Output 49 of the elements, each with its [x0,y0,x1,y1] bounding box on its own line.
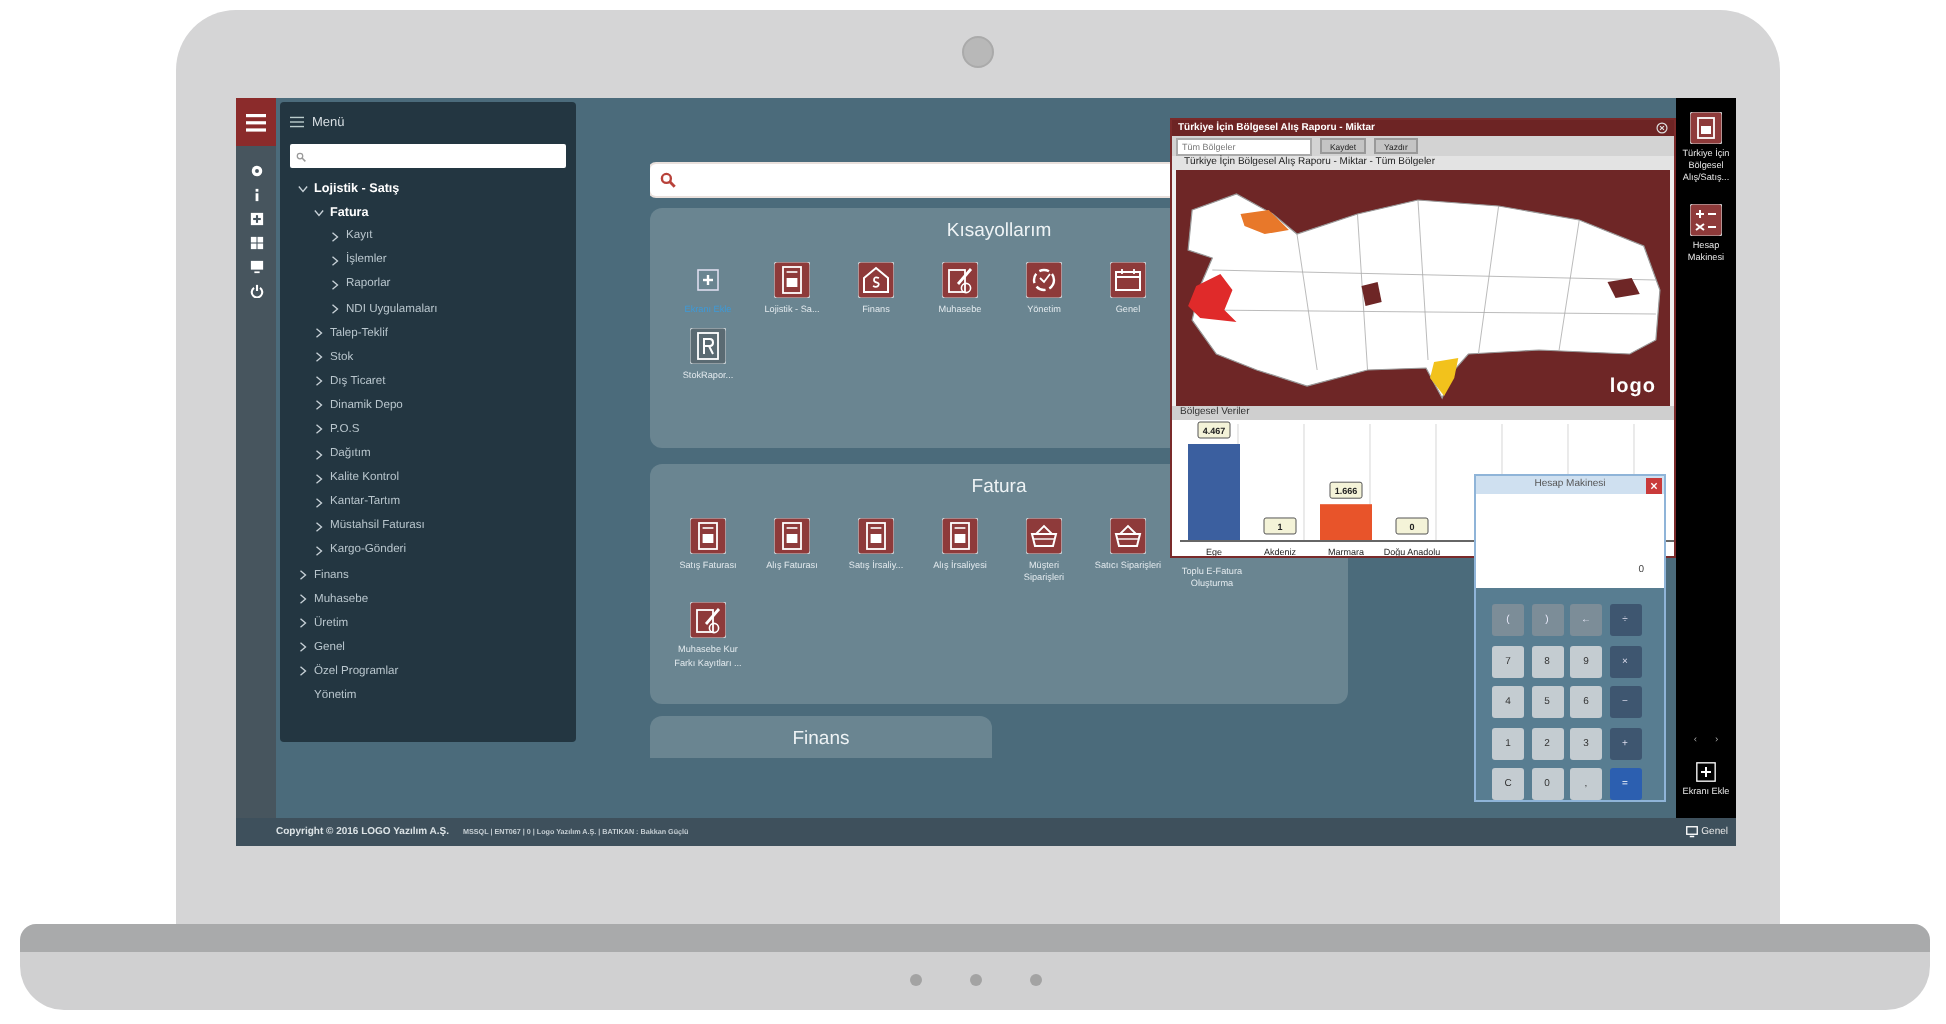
search-icon [296,151,306,161]
chevron-icon[interactable] [298,642,308,653]
chevron-icon[interactable] [314,207,324,218]
chevron-icon[interactable] [330,255,340,266]
chevron-icon[interactable] [314,352,324,363]
basket-icon[interactable] [1110,518,1146,554]
add-icon[interactable] [249,211,263,225]
chevron-icon[interactable] [314,400,324,411]
chart-bar [1320,504,1372,540]
basket-icon[interactable] [1026,518,1062,554]
chevron-icon[interactable] [314,424,324,435]
menu-search-field[interactable] [290,144,566,168]
chevron-icon[interactable] [330,304,340,315]
chevron-icon[interactable] [298,594,308,605]
panel-title: Kısayollarım [944,220,1054,242]
chevron-icon[interactable] [330,231,340,242]
monitor-icon [1685,826,1698,838]
chevron-icon[interactable] [314,545,324,556]
close-button[interactable] [1646,478,1662,494]
chevron-icon[interactable] [314,473,324,484]
chevron-icon[interactable] [314,328,324,339]
search-icon [660,172,676,188]
menu-icon[interactable] [290,116,304,128]
monitor-icon[interactable] [249,259,263,273]
close-icon[interactable] [1656,122,1668,134]
grid-icon[interactable] [249,235,263,249]
add-icon[interactable] [1696,762,1716,783]
chevron-icon[interactable] [330,279,340,290]
menu-button[interactable] [236,98,276,146]
indicator-dot [969,974,981,986]
settings-icon[interactable] [249,163,263,177]
camera-icon [962,36,994,68]
chevron-icon[interactable] [298,183,308,194]
power-icon[interactable] [249,283,263,297]
chevron-icon[interactable] [314,521,324,532]
panel-title: Finans [790,728,852,750]
chevron-icon[interactable] [298,570,308,581]
menu-icon [246,113,266,131]
indicator-dot [909,974,921,986]
chart-bar [1188,444,1240,540]
chevron-icon[interactable] [314,376,324,387]
chevron-icon[interactable] [314,497,324,508]
chevron-icon[interactable] [298,618,308,629]
chevron-icon[interactable] [314,449,324,460]
calculator-icon[interactable] [1690,203,1722,236]
indicator-dot [1029,974,1041,986]
chevron-icon[interactable] [298,666,308,677]
logo: logo [1609,376,1656,398]
panel-title: Fatura [969,476,1029,498]
